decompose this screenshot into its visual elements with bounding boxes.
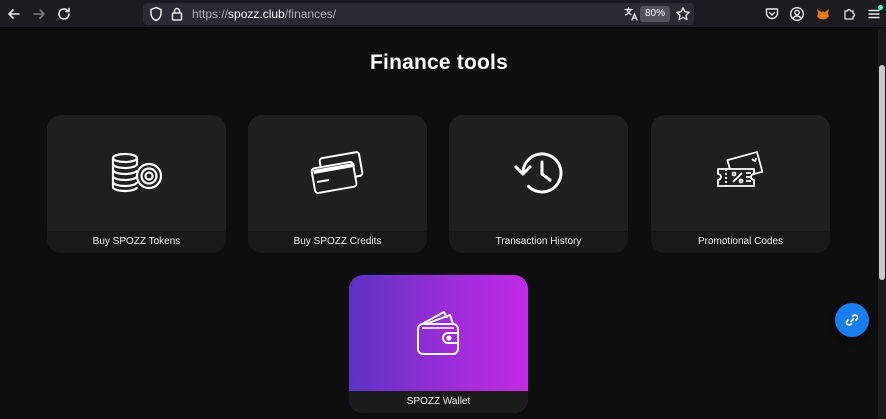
bookmark-star-icon[interactable] [674,5,692,23]
pocket-icon[interactable] [760,2,784,26]
scrollbar-thumb[interactable] [879,65,885,280]
card-label: SPOZZ Wallet [349,391,528,413]
card-icon-area [651,115,830,231]
url-scheme: https:// [192,7,229,21]
card-icon-area [349,275,528,391]
coins-icon [111,152,162,193]
app-menu-icon[interactable] [862,2,886,26]
card-label: Transaction History [449,231,628,253]
card-label: Buy SPOZZ Credits [248,231,427,253]
url-bar[interactable]: https://spozz.club/finances/ 80% [143,3,694,25]
card-label: Buy SPOZZ Tokens [47,231,226,253]
card-buy-spozz-tokens[interactable]: Buy SPOZZ Tokens [47,115,226,253]
card-promotional-codes[interactable]: Promotional Codes [651,115,830,253]
extensions-puzzle-icon[interactable] [838,2,862,26]
floating-link-button[interactable] [835,303,869,337]
reload-icon[interactable] [52,2,76,26]
shield-icon[interactable] [147,5,165,23]
card-spozz-wallet[interactable]: SPOZZ Wallet [349,275,528,413]
lock-icon[interactable] [168,5,186,23]
card-icon-area [449,115,628,231]
wallet-icon [416,311,459,355]
history-icon [514,152,562,194]
link-icon [845,314,859,326]
credit-cards-icon [310,151,363,194]
metamask-fox-icon[interactable] [811,2,835,26]
url-path: /finances/ [284,7,337,21]
url-host: spozz.club [228,7,285,21]
browser-toolbar: https://spozz.club/finances/ 80% [0,0,886,28]
translate-icon[interactable] [622,5,640,23]
scrollbar[interactable] [878,29,886,419]
page-content: Finance tools Buy SPOZZ Tokens Buy SPOZZ… [0,29,878,419]
card-buy-spozz-credits[interactable]: Buy SPOZZ Credits [248,115,427,253]
account-icon[interactable] [785,2,809,26]
card-icon-area [47,115,226,231]
update-dot [878,5,883,10]
back-arrow-icon[interactable] [2,2,26,26]
zoom-level-badge[interactable]: 80% [639,6,670,22]
page-title: Finance tools [370,51,508,74]
card-label: Promotional Codes [651,231,830,253]
url-text[interactable]: https://spozz.club/finances/ [192,7,336,21]
card-icon-area [248,115,427,231]
card-transaction-history[interactable]: Transaction History [449,115,628,253]
tickets-icon [716,151,763,187]
forward-arrow-icon[interactable] [27,2,51,26]
